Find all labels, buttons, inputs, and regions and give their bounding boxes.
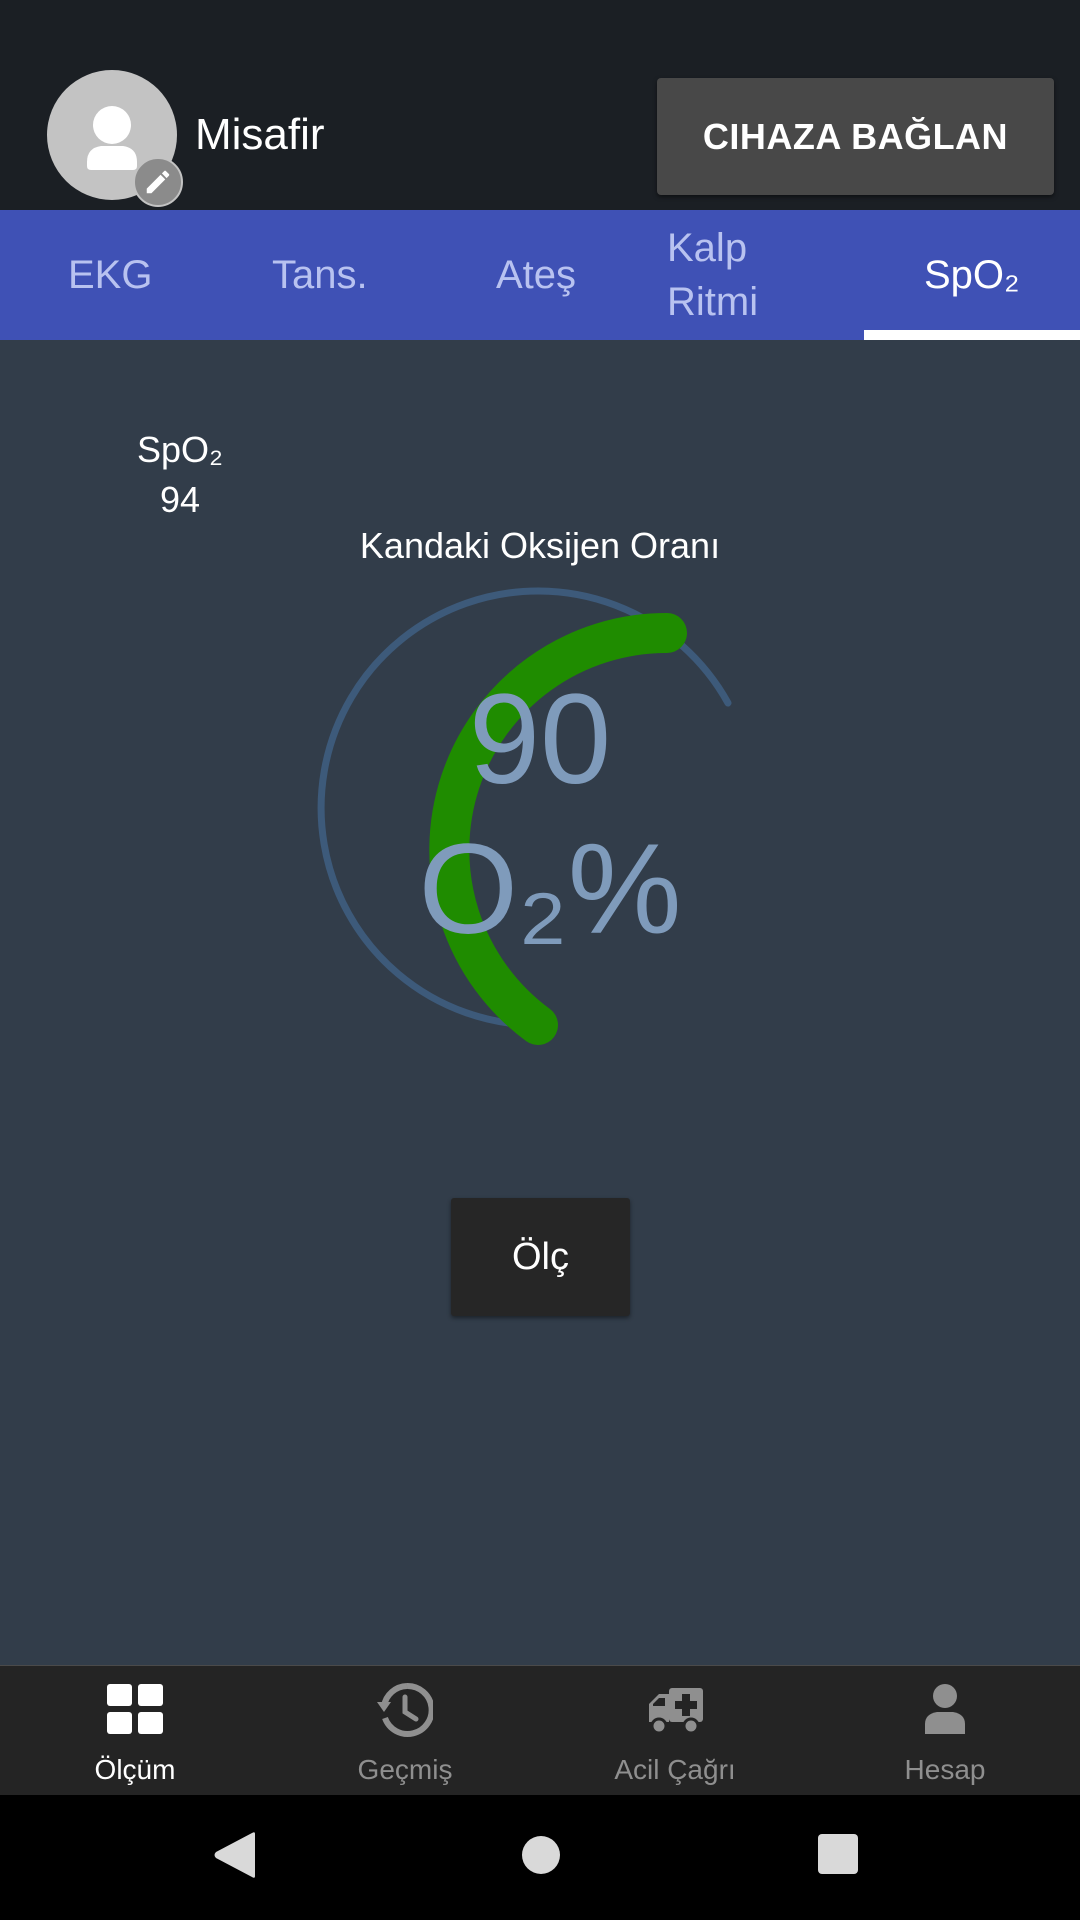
gauge-unit: O₂% [418, 818, 682, 961]
nav-gecmis[interactable]: Geçmiş [270, 1666, 540, 1796]
nav-olcum-label: Ölçüm [94, 1754, 176, 1785]
nav-hesap[interactable]: Hesap [810, 1666, 1080, 1796]
dashboard-icon [107, 1684, 163, 1734]
back-icon[interactable] [210, 1830, 260, 1880]
system-navigation-bar [0, 1795, 1080, 1920]
recents-icon[interactable] [817, 1833, 859, 1875]
ambulance-icon [649, 1688, 703, 1735]
nav-acil-cagri[interactable]: Acil Çağrı [540, 1666, 810, 1796]
history-icon [377, 1682, 433, 1737]
account-icon [925, 1684, 965, 1734]
gauge-value: 90 [468, 668, 612, 811]
home-icon[interactable] [518, 1832, 564, 1878]
nav-hesap-label: Hesap [904, 1754, 986, 1785]
nav-olcum[interactable]: Ölçüm [0, 1666, 270, 1796]
measure-button[interactable]: Ölç [451, 1198, 630, 1316]
bottom-navigation: Ölçüm Geçmiş Acil Çağrı Hesap [0, 1665, 1080, 1796]
nav-gecmis-label: Geçmiş [357, 1754, 453, 1785]
nav-acil-cagri-label: Acil Çağrı [614, 1754, 736, 1785]
